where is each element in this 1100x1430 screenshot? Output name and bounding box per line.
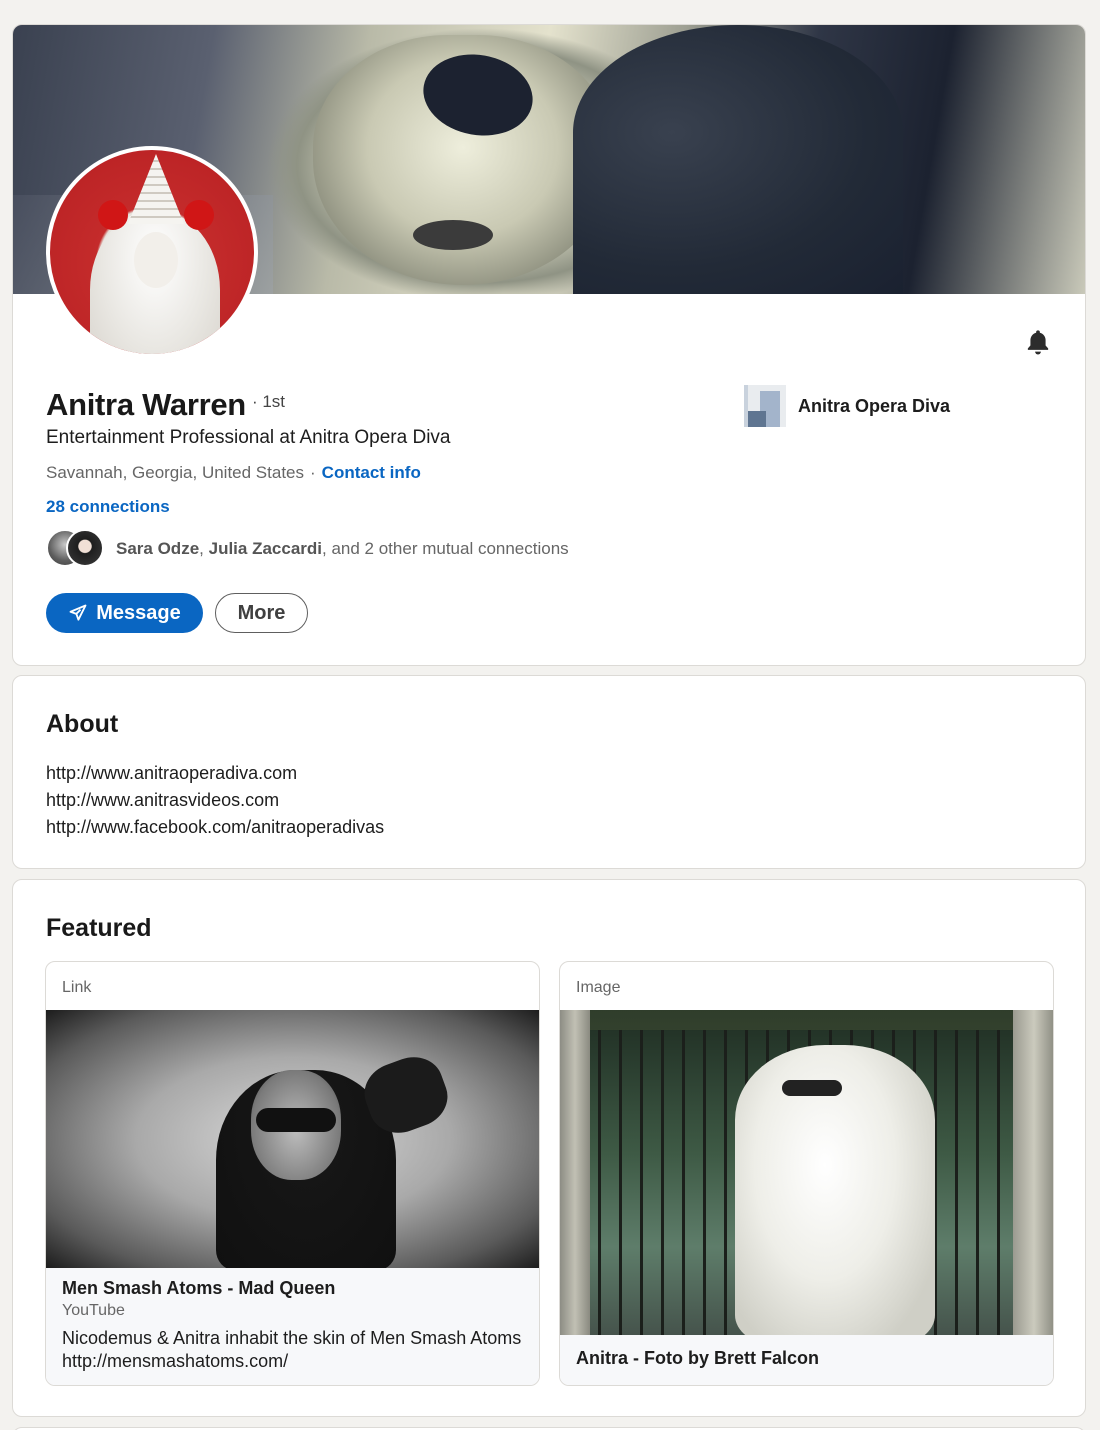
company-logo xyxy=(744,385,786,427)
featured-item-thumbnail[interactable] xyxy=(46,1010,539,1268)
current-company[interactable]: Anitra Opera Diva xyxy=(744,385,950,427)
profile-top-card: Anitra Warren · 1st Entertainment Profes… xyxy=(12,24,1086,666)
featured-item-type: Image xyxy=(576,979,621,996)
about-title: About xyxy=(46,710,119,738)
featured-item-thumbnail[interactable] xyxy=(560,1010,1053,1335)
featured-item-title: Anitra - Foto by Brett Falcon xyxy=(576,1348,819,1368)
location-row: Savannah, Georgia, United States · Conta… xyxy=(46,463,421,483)
featured-item-description: Nicodemus & Anitra inhabit the skin of M… xyxy=(62,1328,522,1371)
about-section: About http://www.anitraoperadiva.com htt… xyxy=(12,675,1086,869)
mutual-avatars xyxy=(46,529,106,569)
featured-item-body: Anitra - Foto by Brett Falcon xyxy=(560,1335,1053,1385)
featured-item-image[interactable]: Image Anitra - Foto by Brett Falcon xyxy=(559,961,1054,1386)
separator-dot: · xyxy=(310,463,316,482)
featured-item-title: Men Smash Atoms - Mad Queen xyxy=(62,1278,336,1298)
mutual-name-1: Sara Odze xyxy=(116,539,200,558)
featured-item-source: YouTube xyxy=(62,1302,125,1319)
profile-avatar[interactable] xyxy=(46,146,258,358)
about-line: http://www.facebook.com/anitraoperadivas xyxy=(46,817,385,837)
message-button-label: Message xyxy=(96,601,181,624)
contact-info-link[interactable]: Contact info xyxy=(322,463,421,483)
about-line: http://www.anitrasvideos.com xyxy=(46,790,280,810)
mutual-rest: , and 2 other mutual connections xyxy=(322,539,569,558)
profile-location: Savannah, Georgia, United States xyxy=(46,463,304,482)
featured-title: Featured xyxy=(46,914,152,942)
more-button[interactable]: More xyxy=(215,593,308,633)
featured-item-type: Link xyxy=(62,979,92,996)
mutual-connections[interactable]: Sara Odze, Julia Zaccardi, and 2 other m… xyxy=(46,529,569,569)
mutual-comma: , xyxy=(199,539,204,558)
name-row: Anitra Warren · 1st xyxy=(46,387,285,423)
about-line: http://www.anitraoperadiva.com xyxy=(46,763,298,783)
profile-name: Anitra Warren xyxy=(46,387,246,422)
bell-icon[interactable] xyxy=(1021,325,1055,359)
profile-actions: Message More xyxy=(46,593,308,633)
featured-item-link[interactable]: Link Men Smash Atoms - Mad Queen YouTube… xyxy=(45,961,540,1386)
connections-link[interactable]: 28 connections xyxy=(46,497,170,517)
featured-item-body: Men Smash Atoms - Mad Queen YouTube Nico… xyxy=(46,1268,539,1385)
company-name: Anitra Opera Diva xyxy=(798,395,951,416)
connection-degree: · 1st xyxy=(251,392,285,411)
mutual-name-2: Julia Zaccardi xyxy=(208,539,323,558)
message-button[interactable]: Message xyxy=(46,593,203,633)
avatar xyxy=(66,529,104,567)
send-icon xyxy=(69,604,87,621)
about-text: http://www.anitraoperadiva.com http://ww… xyxy=(46,760,384,841)
profile-headline: Entertainment Professional at Anitra Ope… xyxy=(46,427,451,448)
featured-section: Featured Link Men Smash Atoms - Mad Quee… xyxy=(12,879,1086,1417)
